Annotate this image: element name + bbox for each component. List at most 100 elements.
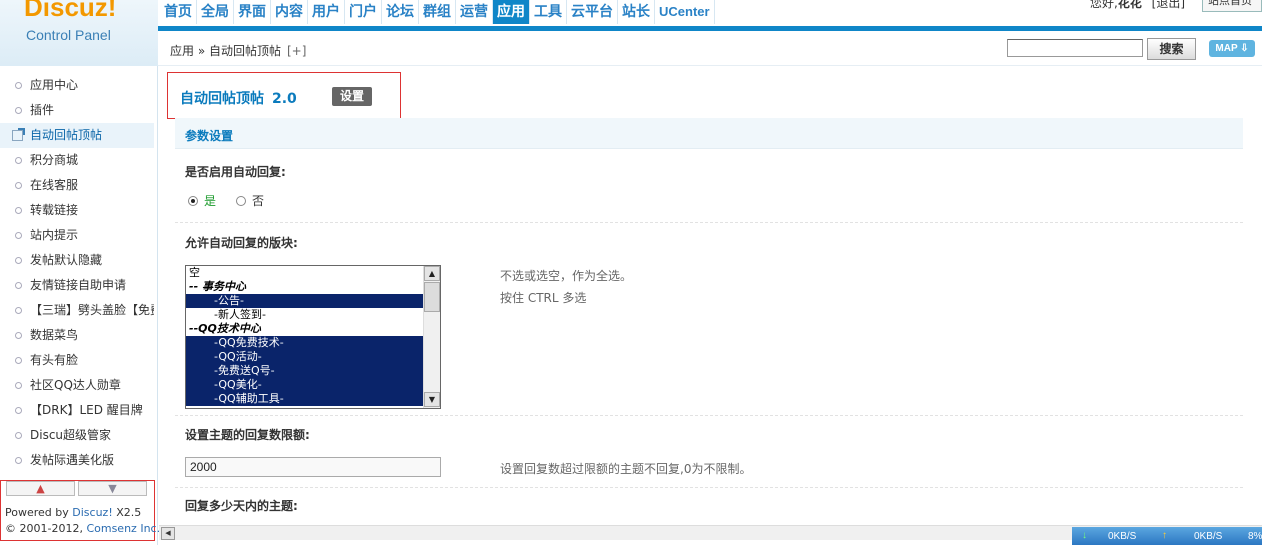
scroll-thumb[interactable] bbox=[424, 282, 440, 312]
sidebar-item[interactable]: 积分商城 bbox=[0, 148, 154, 173]
select-scrollbar[interactable]: ▲ ▼ bbox=[423, 266, 440, 408]
breadcrumb-text: 应用 » 自动回帖顶帖 bbox=[170, 44, 281, 58]
sidebar-item-label: 站内提示 bbox=[30, 228, 79, 242]
sidebar-item[interactable]: Discu超级管家 bbox=[0, 423, 154, 448]
sidebar-item[interactable]: 社区QQ达人勋章 bbox=[0, 373, 154, 398]
sidebar-item-label: 社区QQ达人勋章 bbox=[30, 378, 121, 392]
bullet-icon bbox=[15, 357, 22, 364]
sidebar-item[interactable]: 友情链接自助申请 bbox=[0, 273, 154, 298]
sidebar-item-label: 【三瑞】劈头盖脸【免费】 bbox=[30, 303, 154, 317]
sidebar-item[interactable]: 插件 bbox=[0, 98, 154, 123]
main-content: 自动回帖顶帖 2.0 设置 参数设置 是否启用自动回复: 是否 允许自动回复的版块… bbox=[159, 67, 1262, 525]
bullet-icon bbox=[15, 432, 22, 439]
forum-option[interactable]: 空 bbox=[186, 266, 440, 280]
top-navigation: 首页 全局 界面 内容 用户 门户 论坛 群组 运营 应用 工具 云平台 站长 UCenter bbox=[160, 0, 715, 26]
arrow-up-icon: ▲ bbox=[36, 482, 45, 495]
topnav-item[interactable]: 界面 bbox=[234, 0, 271, 24]
forum-option[interactable]: --QQ技术中心 bbox=[186, 322, 440, 336]
topnav-item[interactable]: 云平台 bbox=[567, 0, 618, 24]
sidebar-item-label: 友情链接自助申请 bbox=[30, 278, 127, 292]
comsenz-link[interactable]: Comsenz Inc. bbox=[86, 522, 160, 535]
sidebar-item[interactable]: 转载链接 bbox=[0, 198, 154, 223]
enable-yes-radio[interactable] bbox=[188, 196, 198, 206]
topnav-item[interactable]: 用户 bbox=[308, 0, 345, 24]
forums-hint-2: 按住 CTRL 多选 bbox=[500, 291, 587, 305]
sidebar-item[interactable]: 【三瑞】劈头盖脸【免费】 bbox=[0, 298, 154, 323]
forum-multiselect[interactable]: 空 -- 事务中心 -公告- -新人签到- --QQ技术中心 -QQ免费技术- -QQ活动-… bbox=[185, 265, 441, 409]
upload-speed: 0KB/S bbox=[1194, 531, 1223, 542]
search-button[interactable]: 搜索 bbox=[1147, 38, 1196, 60]
bullet-icon bbox=[15, 257, 22, 264]
sidebar-item-label: 在线客服 bbox=[30, 178, 79, 192]
logout-link[interactable]: [退出] bbox=[1152, 0, 1185, 10]
header: Discuz! Control Panel 首页 全局 界面 内容 用户 门户 论坛 群组 运营… bbox=[0, 0, 1262, 66]
forum-option[interactable]: -公告- bbox=[186, 294, 440, 308]
topnav-item[interactable]: 全局 bbox=[197, 0, 234, 24]
logo[interactable]: Discuz! Control Panel bbox=[0, 0, 158, 66]
add-shortcut-button[interactable]: [+] bbox=[287, 44, 306, 58]
sidebar-item-label: 积分商城 bbox=[30, 153, 79, 167]
breadcrumb: 应用 » 自动回帖顶帖 [+] bbox=[170, 42, 306, 59]
sidebar-scroll-down-button[interactable]: ▼ bbox=[78, 481, 147, 496]
site-home-button[interactable]: 站点首页 bbox=[1202, 0, 1262, 12]
forum-options: 空 -- 事务中心 -公告- -新人签到- --QQ技术中心 -QQ免费技术- -QQ活动-… bbox=[186, 266, 440, 406]
scroll-up-arrow-icon[interactable]: ▲ bbox=[424, 266, 440, 281]
sidebar-item[interactable]: 发帖默认隐藏 bbox=[0, 248, 154, 273]
enable-radio-group: 是否 bbox=[188, 192, 264, 209]
search-input[interactable] bbox=[1007, 39, 1143, 57]
enable-label: 是否启用自动回复: bbox=[185, 165, 286, 179]
sidebar-scroll-up-button[interactable]: ▲ bbox=[6, 481, 75, 496]
forum-option[interactable]: -QQ活动- bbox=[186, 350, 440, 364]
bullet-icon bbox=[15, 82, 22, 89]
topnav-item[interactable]: UCenter bbox=[655, 0, 715, 24]
forum-option[interactable]: -QQ免费技术- bbox=[186, 336, 440, 350]
sidebar-item[interactable]: 站内提示 bbox=[0, 223, 154, 248]
sidebar-item-label: 应用中心 bbox=[30, 78, 79, 92]
reply-limit-input[interactable] bbox=[185, 457, 441, 477]
scroll-left-arrow-icon[interactable]: ◀ bbox=[161, 527, 175, 540]
topnav-item[interactable]: 论坛 bbox=[382, 0, 419, 24]
settings-tab[interactable]: 设置 bbox=[332, 87, 372, 106]
sidebar-item[interactable]: 在线客服 bbox=[0, 173, 154, 198]
sidebar-item-label: 有头有脸 bbox=[30, 353, 79, 367]
bullet-icon bbox=[15, 407, 22, 414]
map-button[interactable]: MAP ⇩ bbox=[1209, 40, 1255, 57]
forum-option[interactable]: -QQ辅助工具- bbox=[186, 392, 440, 406]
sidebar-item[interactable]: 【DRK】LED 醒目牌 bbox=[0, 398, 154, 423]
topnav-item[interactable]: 站长 bbox=[618, 0, 655, 24]
topnav-item[interactable]: 首页 bbox=[160, 0, 197, 24]
breadcrumb-row: 应用 » 自动回帖顶帖 [+] 搜索 MAP ⇩ bbox=[158, 31, 1262, 66]
sidebar-item-label: Discu超级管家 bbox=[30, 428, 112, 442]
enable-no-radio[interactable] bbox=[236, 196, 247, 206]
topnav-item[interactable]: 群组 bbox=[419, 0, 456, 24]
topnav-item[interactable]: 工具 bbox=[530, 0, 567, 24]
discuz-link[interactable]: Discuz! bbox=[72, 506, 112, 519]
sidebar-item[interactable]: 数据菜鸟 bbox=[0, 323, 154, 348]
topnav-item[interactable]: 内容 bbox=[271, 0, 308, 24]
forum-option[interactable]: -新人签到- bbox=[186, 308, 440, 322]
sidebar-item-label: 【DRK】LED 醒目牌 bbox=[30, 403, 143, 417]
sidebar-item-label: 插件 bbox=[30, 103, 55, 117]
sidebar-item[interactable]: 发帖际遇美化版 bbox=[0, 448, 154, 473]
topnav-item[interactable]: 门户 bbox=[345, 0, 382, 24]
no-label: 否 bbox=[252, 194, 265, 208]
sidebar-item-label: 转载链接 bbox=[30, 203, 79, 217]
bullet-icon bbox=[15, 182, 22, 189]
forum-option[interactable]: -免费送Q号- bbox=[186, 364, 440, 378]
download-speed: 0KB/S bbox=[1108, 531, 1137, 542]
scroll-down-arrow-icon[interactable]: ▼ bbox=[424, 392, 440, 407]
sidebar-item[interactable]: 有头有脸 bbox=[0, 348, 154, 373]
topnav-item[interactable]: 应用 bbox=[493, 0, 530, 24]
forum-option[interactable]: -- 事务中心 bbox=[186, 280, 440, 294]
forum-option[interactable]: -QQ美化- bbox=[186, 378, 440, 392]
sidebar-item[interactable]: 应用中心 bbox=[0, 73, 154, 98]
forums-label: 允许自动回复的版块: bbox=[185, 236, 298, 250]
sidebar-item-label: 发帖际遇美化版 bbox=[30, 453, 115, 467]
greeting: 您好, bbox=[1090, 0, 1118, 10]
divider bbox=[175, 487, 1243, 488]
bullet-icon bbox=[15, 157, 22, 164]
topnav-item[interactable]: 运营 bbox=[456, 0, 493, 24]
usage-percent: 8% bbox=[1248, 531, 1262, 542]
sidebar-item[interactable]: 自动回帖顶帖 bbox=[0, 123, 154, 148]
download-arrow-icon: ↓ bbox=[1082, 530, 1087, 541]
